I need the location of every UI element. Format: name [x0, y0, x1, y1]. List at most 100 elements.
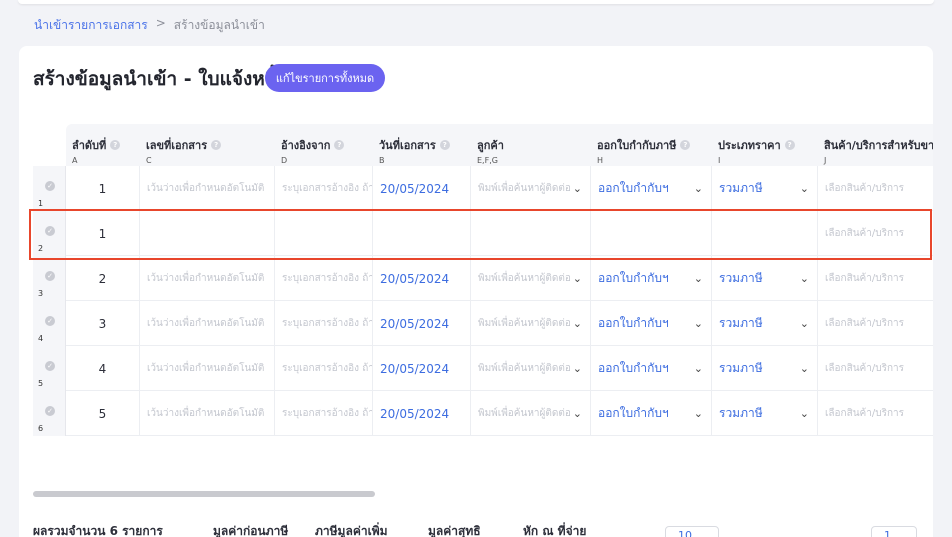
- cell-tax-invoice[interactable]: ออกใบกำกับฯ ⌄: [591, 391, 712, 436]
- column-header-date[interactable]: วันที่เอกสาร? B: [373, 124, 471, 166]
- help-icon[interactable]: ?: [680, 140, 691, 150]
- customer-placeholder: พิมพ์เพื่อค้นหาผู้ติดต่อ: [478, 318, 571, 329]
- check-circle-icon[interactable]: ✓: [45, 181, 55, 191]
- tax-invoice-value: ออกใบกำกับฯ: [598, 271, 669, 285]
- cell-tax-invoice[interactable]: ออกใบกำกับฯ ⌄: [591, 301, 712, 346]
- column-header-reference[interactable]: อ้างอิงจาก? D: [275, 124, 373, 166]
- cell-reference[interactable]: ระบุเอกสารอ้างอิง ถ้ามี: [275, 391, 373, 436]
- cell-tax-invoice[interactable]: ออกใบกำกับฯ ⌄: [591, 166, 712, 211]
- chevron-down-icon[interactable]: ⌄: [573, 272, 582, 285]
- row-handle[interactable]: ✓ 3: [33, 256, 66, 301]
- cell-seq[interactable]: 4: [66, 346, 140, 391]
- chevron-down-icon[interactable]: ⌄: [694, 317, 703, 330]
- help-icon[interactable]: ?: [334, 140, 345, 150]
- cell-date[interactable]: 20/05/2024: [373, 346, 471, 391]
- help-icon[interactable]: ?: [211, 140, 222, 150]
- cell-reference[interactable]: ระบุเอกสารอ้างอิง ถ้ามี: [275, 346, 373, 391]
- cell-seq[interactable]: 3: [66, 301, 140, 346]
- help-icon[interactable]: ?: [110, 140, 121, 150]
- chevron-down-icon[interactable]: ⌄: [573, 317, 582, 330]
- cell-seq[interactable]: 1: [66, 166, 140, 211]
- cell-reference[interactable]: ระบุเอกสารอ้างอิง ถ้ามี: [275, 301, 373, 346]
- table-row[interactable]: ✓ 6 5 เว้นว่างเพื่อกำหนดอัตโนมัติ ระบุเอกส…: [33, 391, 933, 436]
- cell-doc-no[interactable]: เว้นว่างเพื่อกำหนดอัตโนมัติ: [140, 256, 275, 301]
- check-circle-icon[interactable]: ✓: [45, 361, 55, 371]
- table-row[interactable]: ✓ 1 1 เว้นว่างเพื่อกำหนดอัตโนมัติ ระบุเอกส…: [33, 166, 933, 211]
- chevron-down-icon[interactable]: ⌄: [694, 362, 703, 375]
- cell-doc-no[interactable]: เว้นว่างเพื่อกำหนดอัตโนมัติ: [140, 346, 275, 391]
- chevron-down-icon[interactable]: ⌄: [573, 407, 582, 420]
- row-handle[interactable]: ✓ 1: [33, 166, 66, 211]
- cell-date[interactable]: 20/05/2024: [373, 301, 471, 346]
- chevron-down-icon[interactable]: ⌄: [694, 407, 703, 420]
- help-icon[interactable]: ?: [439, 140, 450, 150]
- column-title: ลูกค้า: [477, 139, 504, 152]
- cell-seq[interactable]: 5: [66, 391, 140, 436]
- reference-placeholder: ระบุเอกสารอ้างอิง ถ้ามี: [282, 408, 373, 419]
- edit-all-button[interactable]: แก้ไขรายการทั้งหมด: [265, 64, 385, 92]
- help-icon[interactable]: ?: [784, 140, 795, 150]
- column-header-customer[interactable]: ลูกค้า E,F,G: [471, 124, 591, 166]
- page-number-input[interactable]: 1: [871, 526, 917, 537]
- cell-date[interactable]: 20/05/2024: [373, 391, 471, 436]
- chevron-down-icon[interactable]: ⌄: [694, 272, 703, 285]
- check-circle-icon[interactable]: ✓: [45, 406, 55, 416]
- cell-reference[interactable]: ระบุเอกสารอ้างอิง ถ้ามี: [275, 256, 373, 301]
- check-circle-icon[interactable]: ✓: [45, 316, 55, 326]
- chevron-down-icon[interactable]: ⌄: [800, 317, 809, 330]
- cell-product[interactable]: เลือกสินค้า/บริการ: [818, 256, 933, 301]
- row-handle[interactable]: ✓ 5: [33, 346, 66, 391]
- table-row[interactable]: ✓ 4 3 เว้นว่างเพื่อกำหนดอัตโนมัติ ระบุเอกส…: [33, 301, 933, 346]
- cell-doc-no[interactable]: เว้นว่างเพื่อกำหนดอัตโนมัติ: [140, 301, 275, 346]
- cell-product[interactable]: เลือกสินค้า/บริการ: [818, 166, 933, 211]
- cell-product[interactable]: เลือกสินค้า/บริการ: [818, 391, 933, 436]
- chevron-down-icon[interactable]: ⌄: [800, 182, 809, 195]
- cell-tax-invoice[interactable]: ออกใบกำกับฯ ⌄: [591, 346, 712, 391]
- customer-placeholder: พิมพ์เพื่อค้นหาผู้ติดต่อ: [478, 408, 571, 419]
- cell-customer[interactable]: พิมพ์เพื่อค้นหาผู้ติดต่อ ⌄: [471, 346, 591, 391]
- check-circle-icon[interactable]: ✓: [45, 271, 55, 281]
- footer-total: ผลรวมจำนวน 6 รายการ: [33, 524, 163, 537]
- cell-customer[interactable]: พิมพ์เพื่อค้นหาผู้ติดต่อ ⌄: [471, 166, 591, 211]
- cell-customer[interactable]: พิมพ์เพื่อค้นหาผู้ติดต่อ ⌄: [471, 301, 591, 346]
- chevron-down-icon[interactable]: ⌄: [573, 182, 582, 195]
- cell-tax-invoice[interactable]: ออกใบกำกับฯ ⌄: [591, 256, 712, 301]
- cell-price-type[interactable]: รวมภาษี ⌄: [712, 166, 818, 211]
- horizontal-scrollbar[interactable]: [33, 491, 375, 497]
- cell-product[interactable]: เลือกสินค้า/บริการ: [818, 346, 933, 391]
- breadcrumb-current: สร้างข้อมูลนำเข้า: [173, 18, 265, 32]
- cell-price-type[interactable]: รวมภาษี ⌄: [712, 256, 818, 301]
- table-row[interactable]: ✓ 3 2 เว้นว่างเพื่อกำหนดอัตโนมัติ ระบุเอกส…: [33, 256, 933, 301]
- cell-price-type[interactable]: รวมภาษี ⌄: [712, 346, 818, 391]
- chevron-down-icon[interactable]: ⌄: [573, 362, 582, 375]
- cell-customer[interactable]: พิมพ์เพื่อค้นหาผู้ติดต่อ ⌄: [471, 256, 591, 301]
- page-size-select[interactable]: 10: [665, 526, 719, 537]
- row-handle[interactable]: ✓ 4: [33, 301, 66, 346]
- cell-product[interactable]: เลือกสินค้า/บริการ: [818, 301, 933, 346]
- cell-seq[interactable]: 2: [66, 256, 140, 301]
- cell-reference[interactable]: ระบุเอกสารอ้างอิง ถ้ามี: [275, 166, 373, 211]
- cell-doc-no[interactable]: เว้นว่างเพื่อกำหนดอัตโนมัติ: [140, 391, 275, 436]
- cell-doc-no[interactable]: เว้นว่างเพื่อกำหนดอัตโนมัติ: [140, 166, 275, 211]
- cell-customer[interactable]: พิมพ์เพื่อค้นหาผู้ติดต่อ ⌄: [471, 391, 591, 436]
- column-header-seq[interactable]: ลำดับที่? A: [66, 124, 140, 166]
- cell-price-type[interactable]: รวมภาษี ⌄: [712, 391, 818, 436]
- column-header-doc-no[interactable]: เลขที่เอกสาร? C: [140, 124, 275, 166]
- row-number: 6: [38, 424, 44, 433]
- column-title: ลำดับที่: [72, 139, 107, 152]
- row-handle[interactable]: ✓ 6: [33, 391, 66, 436]
- column-header-product[interactable]: สินค้า/บริการสำหรับขาย J: [818, 124, 933, 166]
- column-header-tax-invoice[interactable]: ออกใบกำกับภาษี? H: [591, 124, 712, 166]
- cell-date[interactable]: 20/05/2024: [373, 256, 471, 301]
- cell-price-type[interactable]: รวมภาษี ⌄: [712, 301, 818, 346]
- breadcrumb-parent-link[interactable]: นำเข้ารายการเอกสาร: [34, 16, 148, 35]
- column-code: A: [72, 156, 78, 165]
- cell-date[interactable]: 20/05/2024: [373, 166, 471, 211]
- chevron-down-icon[interactable]: ⌄: [800, 362, 809, 375]
- table-row[interactable]: ✓ 5 4 เว้นว่างเพื่อกำหนดอัตโนมัติ ระบุเอกส…: [33, 346, 933, 391]
- chevron-down-icon[interactable]: ⌄: [800, 407, 809, 420]
- chevron-down-icon[interactable]: ⌄: [694, 182, 703, 195]
- column-header-price-type[interactable]: ประเภทราคา? I: [712, 124, 818, 166]
- chevron-down-icon[interactable]: ⌄: [800, 272, 809, 285]
- product-placeholder: เลือกสินค้า/บริการ: [825, 408, 904, 419]
